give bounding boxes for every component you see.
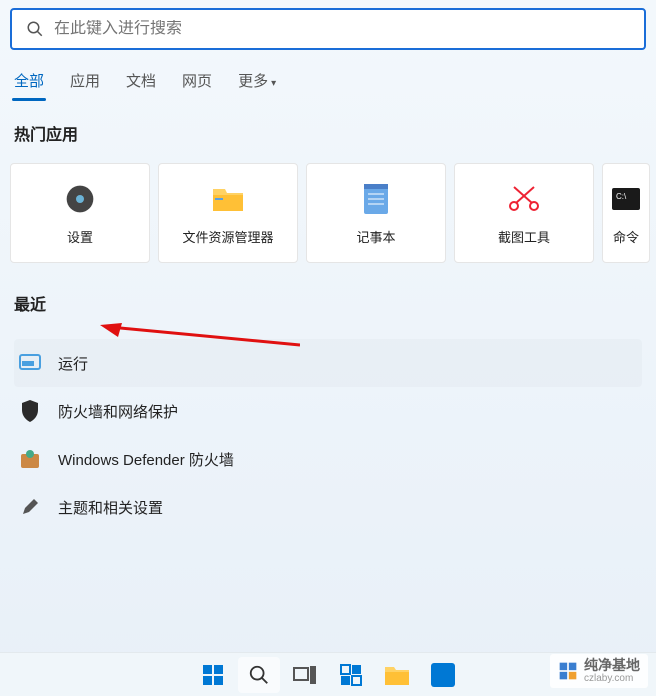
tabs-bar: 全部 应用 文档 网页 更多▾	[0, 50, 656, 101]
tile-snip[interactable]: 截图工具	[454, 163, 594, 263]
recent-label: 防火墙和网络保护	[58, 401, 178, 422]
pen-icon	[18, 495, 42, 519]
taskbar-start[interactable]	[192, 657, 234, 693]
taskbar-widgets[interactable]	[330, 657, 372, 693]
section-popular-header: 热门应用	[14, 121, 642, 145]
taskbar-explorer[interactable]	[376, 657, 418, 693]
terminal-icon: C:\	[608, 181, 644, 217]
tile-explorer[interactable]: 文件资源管理器	[158, 163, 298, 263]
recent-list: 运行 防火墙和网络保护 Windows Defender 防火墙 主题和相关设置	[0, 321, 656, 531]
notepad-icon	[358, 181, 394, 217]
watermark-url: czlaby.com	[584, 673, 640, 684]
tile-label: 截图工具	[498, 227, 550, 246]
tile-label: 文件资源管理器	[182, 227, 273, 246]
tile-settings[interactable]: 设置	[10, 163, 150, 263]
section-popular: 热门应用	[0, 101, 656, 151]
defender-icon	[18, 447, 42, 471]
search-bar[interactable]	[10, 8, 646, 50]
scissors-icon	[506, 181, 542, 217]
tile-notepad[interactable]: 记事本	[306, 163, 446, 263]
tab-all[interactable]: 全部	[12, 64, 46, 101]
recent-item-run[interactable]: 运行	[14, 339, 642, 387]
section-recent: 最近	[0, 271, 656, 321]
section-recent-header: 最近	[14, 291, 642, 315]
search-icon	[26, 20, 44, 38]
watermark: 纯净基地 czlaby.com	[550, 654, 648, 688]
recent-label: Windows Defender 防火墙	[58, 449, 234, 470]
recent-item-defender[interactable]: Windows Defender 防火墙	[14, 435, 642, 483]
watermark-logo-icon	[558, 661, 578, 681]
tile-cmd[interactable]: C:\ 命令	[602, 163, 650, 263]
search-input[interactable]	[54, 20, 630, 38]
taskbar-app[interactable]	[422, 657, 464, 693]
recent-label: 运行	[58, 353, 88, 374]
shield-icon	[18, 399, 42, 423]
taskbar-taskview[interactable]	[284, 657, 326, 693]
tile-label: 设置	[67, 227, 93, 246]
tile-label: 命令	[613, 227, 639, 246]
run-icon	[18, 351, 42, 375]
folder-icon	[210, 181, 246, 217]
chevron-down-icon: ▾	[271, 78, 276, 89]
recent-item-firewall[interactable]: 防火墙和网络保护	[14, 387, 642, 435]
tab-apps[interactable]: 应用	[68, 64, 102, 101]
taskbar-search[interactable]	[238, 657, 280, 693]
tab-more[interactable]: 更多▾	[236, 64, 278, 101]
popular-tiles: 设置 文件资源管理器 记事本 截图工具 C:\ 命令	[0, 151, 656, 271]
svg-text:C:\: C:\	[616, 192, 627, 201]
settings-icon	[62, 181, 98, 217]
tab-docs[interactable]: 文档	[124, 64, 158, 101]
watermark-name: 纯净基地	[584, 658, 640, 673]
recent-item-theme[interactable]: 主题和相关设置	[14, 483, 642, 531]
tile-label: 记事本	[356, 227, 395, 246]
recent-label: 主题和相关设置	[58, 497, 163, 518]
tab-web[interactable]: 网页	[180, 64, 214, 101]
